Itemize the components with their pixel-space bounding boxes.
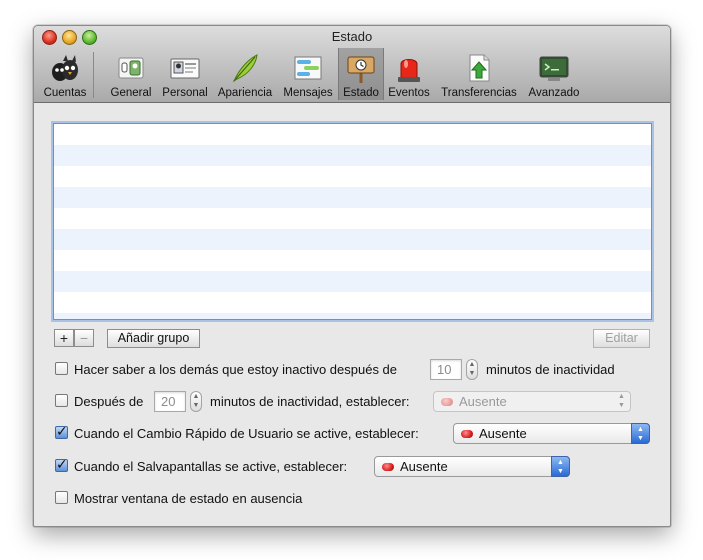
after-minutes-field[interactable]: 20 — [154, 391, 186, 412]
status-list[interactable] — [53, 123, 652, 320]
fast-switch-checkbox[interactable]: ✓ — [55, 423, 68, 439]
screensaver-status-select[interactable]: Ausente ▲ ▼ — [374, 456, 570, 477]
toolbar-item-events[interactable]: Eventos — [386, 48, 432, 100]
window-title: Estado — [331, 29, 373, 44]
toolbar-item-appearance[interactable]: Apariencia — [214, 48, 276, 100]
idle-label: Hacer saber a los demás que estoy inacti… — [74, 362, 398, 377]
idle-option-row: Hacer saber a los demás que estoy inacti… — [55, 359, 655, 381]
away-pill-icon — [461, 430, 473, 438]
idle-minutes-stepper[interactable]: ▲ ▼ — [466, 359, 478, 380]
fast-switch-status-value: Ausente — [479, 426, 527, 441]
toolbar-item-label: Transferencias — [441, 87, 517, 99]
screensaver-status-value: Ausente — [400, 459, 448, 474]
feather-icon — [232, 54, 258, 83]
status-pane: + − Añadir grupo Editar Hacer saber a lo… — [34, 103, 670, 526]
screensaver-option-row: ✓ Cuando el Salvapantallas se active, es… — [55, 456, 655, 478]
toolbar-item-personal[interactable]: Personal — [158, 48, 212, 100]
fast-switch-status-select[interactable]: Ausente ▲ ▼ — [453, 423, 650, 444]
status-sign-icon — [347, 56, 375, 83]
personal-icon — [170, 58, 200, 79]
checkmark-icon: ✓ — [56, 456, 68, 472]
toolbar-item-advanced[interactable]: Avanzado — [524, 48, 584, 100]
toolbar-item-accounts[interactable]: Cuentas — [40, 48, 90, 100]
away-pill-icon — [441, 398, 453, 406]
fast-switch-option-row: ✓ Cuando el Cambio Rápido de Usuario se … — [55, 423, 655, 445]
toolbar-item-label: Mensajes — [283, 87, 333, 99]
general-icon — [118, 57, 144, 79]
idle-minutes-field[interactable]: 10 — [430, 359, 462, 380]
toolbar-item-transfers[interactable]: Transferencias — [438, 48, 520, 100]
idle-checkbox[interactable] — [55, 362, 68, 375]
toolbar-item-label: Avanzado — [528, 87, 580, 99]
after-checkbox[interactable] — [55, 394, 68, 407]
toolbar-item-status[interactable]: Estado — [338, 48, 384, 100]
toolbar-item-label: Personal — [162, 87, 208, 99]
after-status-select[interactable]: Ausente ▲ ▼ — [433, 391, 631, 412]
fast-switch-label: Cuando el Cambio Rápido de Usuario se ac… — [74, 426, 419, 441]
checkmark-icon: ✓ — [56, 423, 68, 439]
siren-icon — [398, 59, 420, 82]
add-group-button[interactable]: Añadir grupo — [107, 329, 200, 348]
remove-status-button[interactable]: − — [74, 329, 94, 347]
toolbar-item-messages[interactable]: Mensajes — [280, 48, 336, 100]
select-arrows-icon: ▲ ▼ — [551, 456, 570, 477]
after-status-value: Ausente — [459, 394, 507, 409]
toolbar-item-label: Estado — [343, 87, 379, 99]
toolbar-item-general[interactable]: General — [106, 48, 156, 100]
after-prefix-label: Después de — [74, 394, 144, 409]
select-arrows-icon: ▲ ▼ — [631, 423, 650, 444]
add-status-button[interactable]: + — [54, 329, 74, 347]
transfer-icon — [469, 54, 490, 82]
show-window-option-row: Mostrar ventana de estado en ausencia — [55, 488, 655, 510]
show-window-checkbox[interactable] — [55, 491, 68, 504]
title-bar: Estado Cuentas General Personal Aparienc… — [34, 26, 670, 103]
after-option-row: Después de 20 ▲ ▼ minutos de inactividad,… — [55, 391, 655, 413]
messages-icon — [294, 56, 322, 80]
toolbar-item-label: Apariencia — [217, 87, 273, 99]
terminal-icon — [539, 56, 569, 81]
away-pill-icon — [382, 463, 394, 471]
select-arrows-icon: ▲ ▼ — [618, 393, 625, 409]
after-minutes-stepper[interactable]: ▲ ▼ — [190, 391, 202, 412]
screensaver-label: Cuando el Salvapantallas se active, esta… — [74, 459, 348, 474]
accounts-icon — [52, 55, 78, 81]
preferences-window: Estado Cuentas General Personal Aparienc… — [33, 25, 671, 527]
screensaver-checkbox[interactable]: ✓ — [55, 456, 68, 472]
after-label: minutos de inactividad, establecer: — [210, 394, 410, 409]
edit-button[interactable]: Editar — [593, 329, 650, 348]
show-window-label: Mostrar ventana de estado en ausencia — [74, 491, 303, 506]
toolbar-separator — [93, 52, 94, 98]
toolbar-item-label: General — [110, 87, 152, 99]
toolbar-item-label: Cuentas — [43, 87, 87, 99]
toolbar-item-label: Eventos — [388, 87, 430, 99]
idle-suffix-label: minutos de inactividad — [486, 362, 615, 377]
